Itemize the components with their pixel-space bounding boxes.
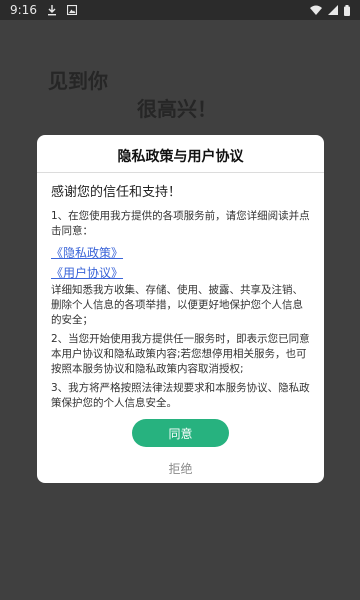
dialog-body: 感谢您的信任和支持！ 1、在您使用我方提供的各项服务前，请您详细阅读并点击同意：…: [51, 185, 313, 415]
background-greeting-line2: 很高兴！: [137, 97, 217, 121]
image-icon: [66, 5, 77, 15]
dialog-paragraph-4: 3、我方将严格按照法律法规要求和本服务协议、隐私政策保护您的个人信息安全。: [51, 382, 310, 409]
reject-button[interactable]: 拒绝: [147, 458, 214, 478]
dialog-paragraph-1: 1、在您使用我方提供的各项服务前，请您详细阅读并点击同意：: [51, 210, 310, 237]
dialog-paragraph-3: 2、当您开始使用我方提供任一服务时，即表示您已同意本用户协议和隐私政策内容;若您…: [51, 333, 310, 375]
battery-icon: [344, 4, 350, 16]
status-bar: 9:16: [0, 0, 360, 20]
wifi-icon: [310, 5, 322, 15]
background-greeting-line1: 见到你: [48, 69, 108, 93]
dialog-divider: [37, 172, 324, 173]
user-agreement-link[interactable]: 《用户协议》: [51, 263, 313, 283]
privacy-dialog: 隐私政策与用户协议 感谢您的信任和支持！ 1、在您使用我方提供的各项服务前，请您…: [37, 135, 324, 483]
dialog-greeting: 感谢您的信任和支持！: [51, 185, 182, 200]
agree-button[interactable]: 同意: [132, 419, 229, 447]
dialog-paragraph-2: 详细知悉我方收集、存储、使用、披露、共享及注销、删除个人信息的各项举措，以便更好…: [51, 284, 303, 326]
privacy-policy-link[interactable]: 《隐私政策》: [51, 243, 313, 263]
download-icon: [47, 4, 57, 16]
signal-icon: [328, 5, 338, 15]
dialog-title: 隐私政策与用户协议: [117, 149, 244, 165]
status-time: 9:16: [10, 3, 37, 17]
